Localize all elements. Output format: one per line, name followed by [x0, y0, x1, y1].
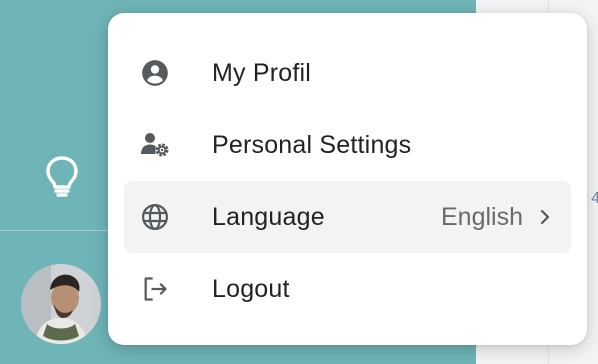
menu-item-personal-settings[interactable]: Personal Settings	[124, 109, 571, 181]
lightbulb-icon[interactable]	[44, 154, 80, 198]
menu-item-label: Language	[212, 202, 325, 231]
chevron-right-icon	[537, 209, 553, 225]
avatar-photo	[21, 264, 101, 344]
globe-icon	[140, 202, 170, 232]
screen: 4 My Profil Personal Settings Language E…	[0, 0, 598, 364]
menu-item-my-profil[interactable]: My Profil	[124, 37, 571, 109]
logout-icon	[140, 274, 170, 304]
user-avatar[interactable]	[21, 264, 101, 344]
menu-item-label: Logout	[212, 274, 290, 303]
user-settings-icon	[140, 130, 170, 160]
sidebar-divider	[0, 230, 110, 231]
menu-item-logout[interactable]: Logout	[124, 253, 571, 325]
account-circle-icon	[140, 58, 170, 88]
user-dropdown-menu: My Profil Personal Settings Language Eng…	[108, 13, 587, 345]
language-current-value: English	[441, 202, 523, 231]
menu-item-language[interactable]: Language English	[124, 181, 571, 253]
menu-item-label: Personal Settings	[212, 130, 412, 159]
menu-item-label: My Profil	[212, 58, 312, 87]
background-text: 4	[591, 190, 598, 207]
